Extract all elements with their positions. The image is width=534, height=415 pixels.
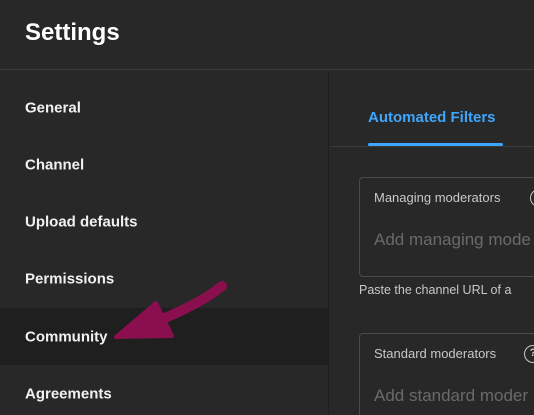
sidebar-item-label: Permissions — [25, 270, 115, 287]
sidebar-item-label: Agreements — [25, 385, 112, 402]
sidebar-item-general[interactable]: General — [0, 79, 329, 136]
sidebar-item-label: Community — [25, 328, 108, 345]
standard-moderators-label: Standard moderators — [374, 346, 497, 361]
tab-bar: Automated Filters — [330, 71, 534, 147]
tab-automated-filters[interactable]: Automated Filters — [368, 109, 496, 126]
active-tab-indicator — [368, 143, 503, 146]
sidebar-item-upload-defaults[interactable]: Upload defaults — [0, 193, 329, 250]
sidebar-item-label: Channel — [25, 156, 85, 173]
sidebar: General Channel Upload defaults Permissi… — [0, 71, 329, 415]
page-header: Settings — [0, 0, 534, 70]
sidebar-item-permissions[interactable]: Permissions — [0, 250, 329, 307]
standard-moderators-input[interactable]: Add standard moder — [374, 386, 528, 406]
page-title: Settings — [25, 19, 120, 46]
sidebar-item-channel[interactable]: Channel — [0, 136, 329, 193]
sidebar-item-community[interactable]: Community — [0, 308, 329, 365]
managing-moderators-hint: Paste the channel URL of a — [359, 283, 512, 297]
help-icon[interactable]: ? — [530, 189, 534, 207]
managing-moderators-label: Managing moderators — [374, 190, 501, 205]
managing-moderators-input[interactable]: Add managing mode — [374, 230, 531, 250]
help-icon[interactable]: ? — [524, 345, 534, 363]
main-panel: Automated Filters Managing moderators ? … — [330, 71, 534, 415]
managing-moderators-field[interactable]: Managing moderators ? Add managing mode — [359, 177, 534, 277]
sidebar-item-label: Upload defaults — [25, 213, 138, 230]
standard-moderators-field[interactable]: Standard moderators ? Add standard moder — [359, 333, 534, 415]
sidebar-item-agreements[interactable]: Agreements — [0, 365, 329, 415]
sidebar-item-label: General — [25, 99, 81, 116]
